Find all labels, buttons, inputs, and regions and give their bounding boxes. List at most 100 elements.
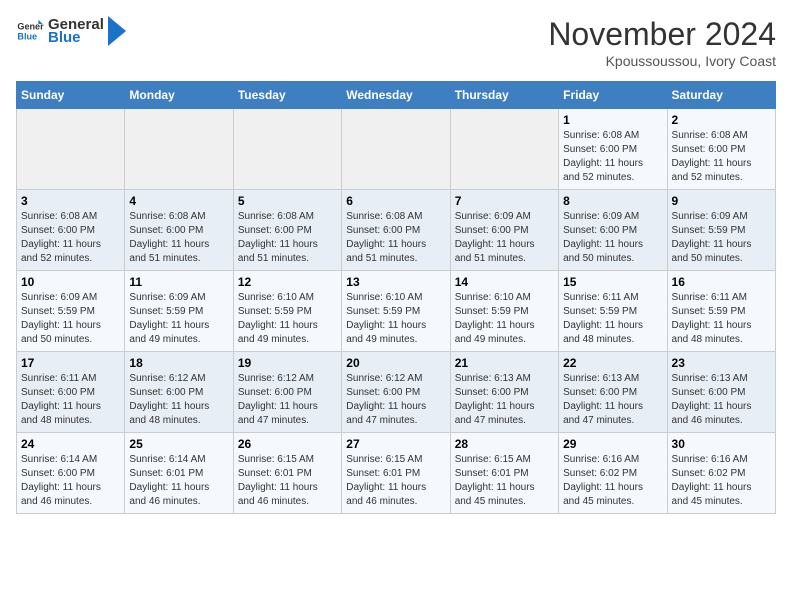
day-number: 6 <box>346 194 445 208</box>
location-text: Kpoussoussou, Ivory Coast <box>548 53 776 69</box>
day-info: Sunrise: 6:13 AMSunset: 6:00 PMDaylight:… <box>672 372 771 428</box>
day-number: 4 <box>129 194 228 208</box>
calendar-cell: 11Sunrise: 6:09 AMSunset: 5:59 PMDayligh… <box>125 271 233 352</box>
day-number: 24 <box>21 437 120 451</box>
calendar-cell: 10Sunrise: 6:09 AMSunset: 5:59 PMDayligh… <box>17 271 125 352</box>
day-info: Sunrise: 6:10 AMSunset: 5:59 PMDaylight:… <box>346 291 445 347</box>
day-number: 23 <box>672 356 771 370</box>
day-info: Sunrise: 6:10 AMSunset: 5:59 PMDaylight:… <box>455 291 554 347</box>
day-info: Sunrise: 6:08 AMSunset: 6:00 PMDaylight:… <box>563 129 662 185</box>
calendar-cell: 23 Sunrise: 6:13 AMSunset: 6:00 PMDayligh… <box>667 352 775 433</box>
weekday-header: Saturday <box>667 82 775 109</box>
calendar-cell: 3 Sunrise: 6:08 AMSunset: 6:00 PMDaylight… <box>17 190 125 271</box>
day-number: 25 <box>129 437 228 451</box>
day-info: Sunrise: 6:15 AMSunset: 6:01 PMDaylight:… <box>346 453 445 509</box>
weekday-header: Friday <box>559 82 667 109</box>
calendar-cell <box>125 109 233 190</box>
calendar-cell: 13 Sunrise: 6:10 AMSunset: 5:59 PMDayligh… <box>342 271 450 352</box>
day-number: 17 <box>21 356 120 370</box>
logo-blue: Blue <box>48 29 104 46</box>
day-number: 12 <box>238 275 337 289</box>
calendar-cell: 1 Sunrise: 6:08 AMSunset: 6:00 PMDaylight… <box>559 109 667 190</box>
day-info: Sunrise: 6:08 AMSunset: 6:00 PMDaylight:… <box>346 210 445 266</box>
day-number: 28 <box>455 437 554 451</box>
calendar-cell: 19 Sunrise: 6:12 AMSunset: 6:00 PMDayligh… <box>233 352 341 433</box>
calendar-cell: 8Sunrise: 6:09 AMSunset: 6:00 PMDaylight… <box>559 190 667 271</box>
day-number: 3 <box>21 194 120 208</box>
day-info: Sunrise: 6:09 AMSunset: 6:00 PMDaylight:… <box>455 210 554 266</box>
day-number: 1 <box>563 113 662 127</box>
day-number: 2 <box>672 113 771 127</box>
calendar-cell: 30Sunrise: 6:16 AMSunset: 6:02 PMDayligh… <box>667 433 775 514</box>
day-number: 18 <box>129 356 228 370</box>
day-info: Sunrise: 6:10 AMSunset: 5:59 PMDaylight:… <box>238 291 337 347</box>
calendar-cell <box>233 109 341 190</box>
day-info: Sunrise: 6:12 AMSunset: 6:00 PMDaylight:… <box>238 372 337 428</box>
day-info: Sunrise: 6:08 AMSunset: 6:00 PMDaylight:… <box>21 210 120 266</box>
day-info: Sunrise: 6:09 AMSunset: 5:59 PMDaylight:… <box>672 210 771 266</box>
page-header: General Blue General Blue November 2024 … <box>16 16 776 69</box>
day-info: Sunrise: 6:09 AMSunset: 6:00 PMDaylight:… <box>563 210 662 266</box>
day-info: Sunrise: 6:15 AMSunset: 6:01 PMDaylight:… <box>238 453 337 509</box>
day-number: 13 <box>346 275 445 289</box>
calendar-cell: 20 Sunrise: 6:12 AMSunset: 6:00 PMDayligh… <box>342 352 450 433</box>
day-number: 7 <box>455 194 554 208</box>
calendar-cell: 5 Sunrise: 6:08 AMSunset: 6:00 PMDaylight… <box>233 190 341 271</box>
day-info: Sunrise: 6:12 AMSunset: 6:00 PMDaylight:… <box>129 372 228 428</box>
day-info: Sunrise: 6:08 AMSunset: 6:00 PMDaylight:… <box>238 210 337 266</box>
day-number: 20 <box>346 356 445 370</box>
weekday-header: Wednesday <box>342 82 450 109</box>
calendar-cell: 21Sunrise: 6:13 AMSunset: 6:00 PMDayligh… <box>450 352 558 433</box>
calendar-cell: 17 Sunrise: 6:11 AMSunset: 6:00 PMDayligh… <box>17 352 125 433</box>
day-number: 19 <box>238 356 337 370</box>
calendar-cell: 29Sunrise: 6:16 AMSunset: 6:02 PMDayligh… <box>559 433 667 514</box>
day-info: Sunrise: 6:11 AMSunset: 6:00 PMDaylight:… <box>21 372 120 428</box>
header-row: SundayMondayTuesdayWednesdayThursdayFrid… <box>17 82 776 109</box>
day-number: 14 <box>455 275 554 289</box>
calendar-week-row: 17 Sunrise: 6:11 AMSunset: 6:00 PMDayligh… <box>17 352 776 433</box>
month-title: November 2024 <box>548 16 776 53</box>
calendar-week-row: 10Sunrise: 6:09 AMSunset: 5:59 PMDayligh… <box>17 271 776 352</box>
calendar-cell: 25 Sunrise: 6:14 AMSunset: 6:01 PMDayligh… <box>125 433 233 514</box>
weekday-header: Monday <box>125 82 233 109</box>
day-info: Sunrise: 6:09 AMSunset: 5:59 PMDaylight:… <box>129 291 228 347</box>
calendar-cell: 24 Sunrise: 6:14 AMSunset: 6:00 PMDayligh… <box>17 433 125 514</box>
day-number: 26 <box>238 437 337 451</box>
calendar-cell <box>450 109 558 190</box>
day-number: 27 <box>346 437 445 451</box>
day-number: 22 <box>563 356 662 370</box>
calendar-cell <box>342 109 450 190</box>
calendar-week-row: 3 Sunrise: 6:08 AMSunset: 6:00 PMDaylight… <box>17 190 776 271</box>
day-info: Sunrise: 6:14 AMSunset: 6:00 PMDaylight:… <box>21 453 120 509</box>
calendar-cell <box>17 109 125 190</box>
logo-icon: General Blue <box>16 17 44 45</box>
weekday-header: Thursday <box>450 82 558 109</box>
calendar-body: 1 Sunrise: 6:08 AMSunset: 6:00 PMDaylight… <box>17 109 776 514</box>
weekday-header: Sunday <box>17 82 125 109</box>
logo-arrow-icon <box>108 16 126 46</box>
calendar-cell: 27 Sunrise: 6:15 AMSunset: 6:01 PMDayligh… <box>342 433 450 514</box>
calendar-table: SundayMondayTuesdayWednesdayThursdayFrid… <box>16 81 776 514</box>
day-info: Sunrise: 6:12 AMSunset: 6:00 PMDaylight:… <box>346 372 445 428</box>
calendar-cell: 12 Sunrise: 6:10 AMSunset: 5:59 PMDayligh… <box>233 271 341 352</box>
calendar-cell: 6 Sunrise: 6:08 AMSunset: 6:00 PMDaylight… <box>342 190 450 271</box>
calendar-cell: 26 Sunrise: 6:15 AMSunset: 6:01 PMDayligh… <box>233 433 341 514</box>
day-info: Sunrise: 6:13 AMSunset: 6:00 PMDaylight:… <box>563 372 662 428</box>
day-number: 21 <box>455 356 554 370</box>
day-info: Sunrise: 6:09 AMSunset: 5:59 PMDaylight:… <box>21 291 120 347</box>
calendar-cell: 2 Sunrise: 6:08 AMSunset: 6:00 PMDaylight… <box>667 109 775 190</box>
calendar-cell: 28Sunrise: 6:15 AMSunset: 6:01 PMDayligh… <box>450 433 558 514</box>
logo: General Blue General Blue <box>16 16 126 46</box>
day-info: Sunrise: 6:08 AMSunset: 6:00 PMDaylight:… <box>129 210 228 266</box>
svg-text:Blue: Blue <box>17 31 37 41</box>
day-number: 5 <box>238 194 337 208</box>
calendar-cell: 7 Sunrise: 6:09 AMSunset: 6:00 PMDaylight… <box>450 190 558 271</box>
calendar-week-row: 1 Sunrise: 6:08 AMSunset: 6:00 PMDaylight… <box>17 109 776 190</box>
title-block: November 2024 Kpoussoussou, Ivory Coast <box>548 16 776 69</box>
weekday-header: Tuesday <box>233 82 341 109</box>
day-info: Sunrise: 6:14 AMSunset: 6:01 PMDaylight:… <box>129 453 228 509</box>
calendar-cell: 4 Sunrise: 6:08 AMSunset: 6:00 PMDaylight… <box>125 190 233 271</box>
day-number: 29 <box>563 437 662 451</box>
day-info: Sunrise: 6:11 AMSunset: 5:59 PMDaylight:… <box>563 291 662 347</box>
day-info: Sunrise: 6:08 AMSunset: 6:00 PMDaylight:… <box>672 129 771 185</box>
